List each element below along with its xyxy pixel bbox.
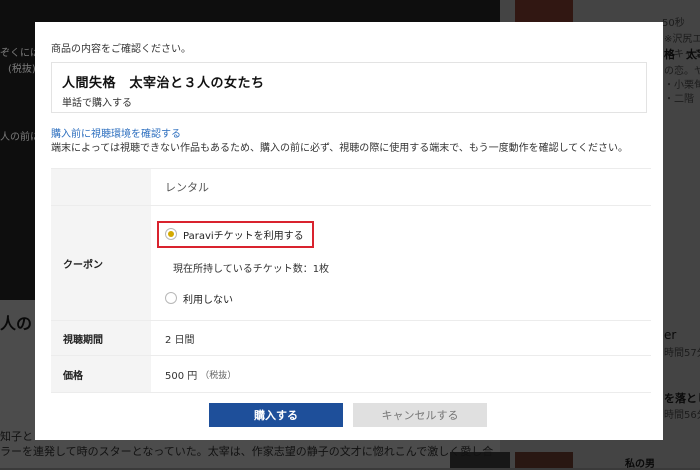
- viewing-period-label: 視聴期間: [51, 321, 151, 355]
- price-tax-note: （税抜）: [200, 370, 237, 381]
- purchase-options-table: レンタル クーポン Paraviチケットを利用する 現在所持しているチケット数：…: [51, 168, 651, 393]
- purchase-type: 単話で購入する: [62, 98, 132, 109]
- purchase-modal: 商品の内容をご確認ください。 人間失格 太宰治と３人の女たち 単話で購入する 購…: [35, 22, 663, 440]
- product-title: 人間失格 太宰治と３人の女たち: [62, 76, 265, 91]
- radio-unchecked-icon[interactable]: [165, 292, 177, 304]
- product-summary: 人間失格 太宰治と３人の女たち 単話で購入する: [51, 62, 647, 113]
- price-row: 価格 500 円 （税抜）: [51, 356, 651, 393]
- price-value: 500 円: [165, 370, 198, 382]
- modal-intro: 商品の内容をご確認ください。: [51, 44, 191, 55]
- price-label: 価格: [51, 356, 151, 392]
- header-label-cell: [51, 169, 151, 205]
- viewing-period-row: 視聴期間 2 日間: [51, 321, 651, 356]
- rental-header: レンタル: [165, 181, 209, 194]
- device-notice: 端末によっては視聴できない作品もあるため、購入の前に必ず、視聴の際に使用する端末…: [51, 143, 628, 154]
- modal-actions: 購入する キャンセルする: [209, 403, 487, 427]
- coupon-use-ticket-option[interactable]: Paraviチケットを利用する: [157, 220, 314, 248]
- options-header-row: レンタル: [51, 169, 651, 206]
- coupon-use-ticket-label[interactable]: Paraviチケットを利用する: [183, 227, 304, 242]
- coupon-options: Paraviチケットを利用する 現在所持しているチケット数：1枚 利用しない: [151, 206, 651, 320]
- coupon-no-use-option[interactable]: 利用しない: [165, 291, 233, 306]
- ticket-count: 現在所持しているチケット数：1枚: [173, 263, 330, 275]
- buy-button[interactable]: 購入する: [209, 403, 343, 427]
- price-value-cell: 500 円 （税抜）: [151, 356, 651, 392]
- check-environment-link[interactable]: 購入前に視聴環境を確認する: [51, 125, 647, 140]
- radio-checked-icon[interactable]: [165, 228, 177, 240]
- coupon-no-use-label[interactable]: 利用しない: [183, 291, 233, 306]
- cancel-button[interactable]: キャンセルする: [353, 403, 487, 427]
- coupon-label: クーポン: [51, 206, 151, 320]
- coupon-row: クーポン Paraviチケットを利用する 現在所持しているチケット数：1枚 利用…: [51, 206, 651, 321]
- viewing-period-value: 2 日間: [165, 334, 195, 346]
